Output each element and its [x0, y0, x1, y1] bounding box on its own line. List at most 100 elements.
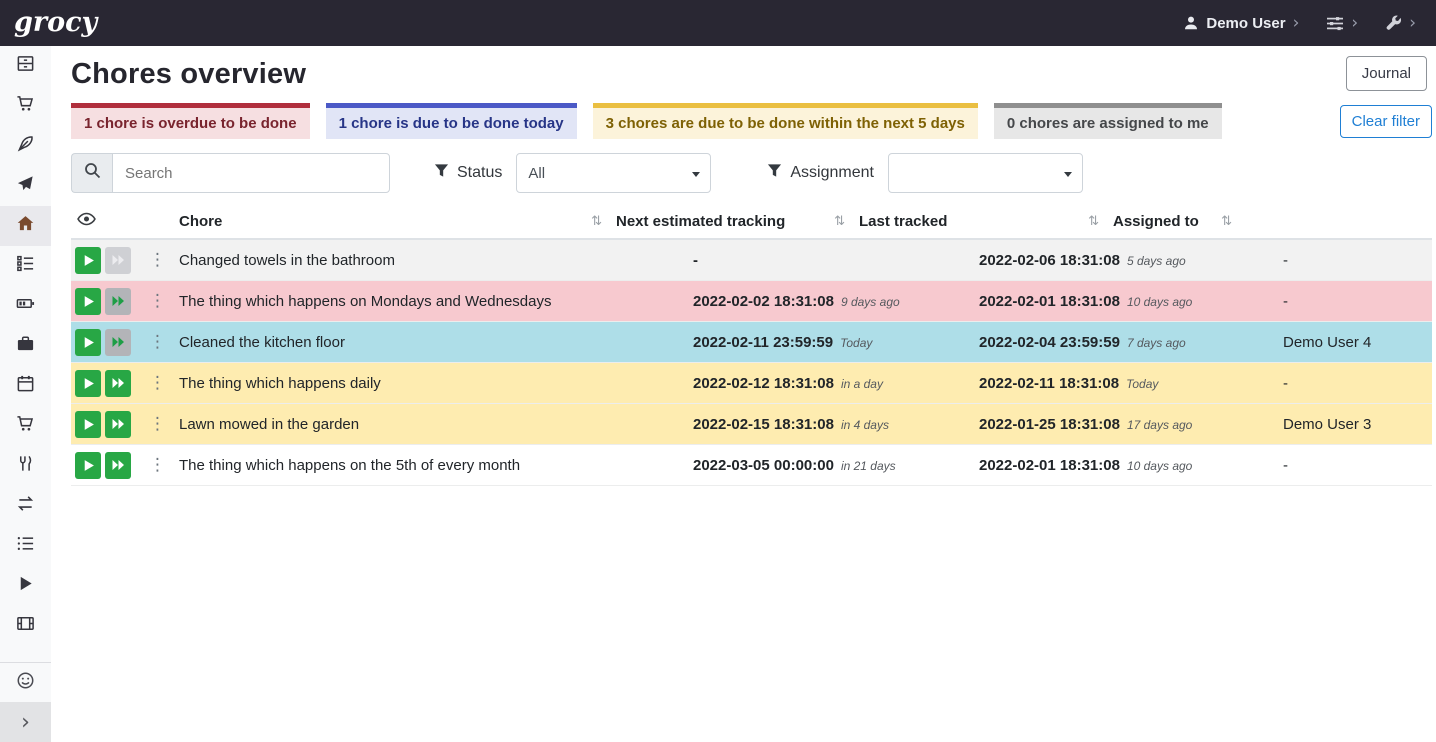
assigned-to-cell: Demo User 4: [1283, 332, 1432, 353]
banner-due-today[interactable]: 1 chore is due to be done today: [326, 103, 577, 139]
sidebar-item-purchase[interactable]: [0, 406, 51, 446]
sidebar-item-tasks[interactable]: [0, 246, 51, 286]
banner-assigned-to-me[interactable]: 0 chores are assigned to me: [994, 103, 1222, 139]
chore-name[interactable]: Lawn mowed in the garden: [179, 414, 693, 435]
skip-chore-button[interactable]: [105, 288, 131, 315]
next-tracking-cell: 2022-02-12 18:31:08in a day: [693, 373, 979, 394]
sidebar-item-chore-tracking[interactable]: [0, 566, 51, 606]
filter-funnel-icon: [767, 163, 782, 183]
search-input[interactable]: [112, 153, 390, 193]
row-menu-button[interactable]: ⋮: [144, 457, 171, 474]
row-actions: ⋮: [71, 286, 179, 317]
sidebar-item-batteries-overview[interactable]: [0, 286, 51, 326]
track-chore-button[interactable]: [75, 329, 101, 356]
column-visibility-header[interactable]: [71, 204, 179, 238]
chore-name[interactable]: Changed towels in the bathroom: [179, 250, 693, 271]
assignment-select[interactable]: [888, 153, 1083, 193]
chevron-right-icon: ›: [21, 710, 30, 735]
banner-due-soon[interactable]: 3 chores are due to be done within the n…: [593, 103, 978, 139]
skip-chore-button[interactable]: [105, 370, 131, 397]
search-button[interactable]: [71, 153, 112, 193]
sidebar-item-equipment[interactable]: [0, 326, 51, 366]
sidebar-item-consume[interactable]: [0, 446, 51, 486]
skip-chore-button[interactable]: [105, 411, 131, 438]
assigned-to-cell: -: [1283, 291, 1432, 312]
assigned-to-cell: -: [1283, 250, 1432, 271]
sidebar-item-battery-tracking[interactable]: [0, 606, 51, 646]
chores-table: Chore ⇅ Next estimated tracking ⇅ Last t…: [71, 204, 1432, 486]
skip-chore-button[interactable]: [105, 329, 131, 356]
list-icon: [16, 534, 35, 558]
sort-icon[interactable]: ⇅: [591, 214, 602, 229]
user-menu[interactable]: Demo User ›: [1183, 15, 1299, 32]
smiley-icon: [16, 671, 35, 695]
sort-icon[interactable]: ⇅: [1221, 214, 1232, 229]
header-chore[interactable]: Chore ⇅: [179, 204, 610, 238]
assigned-to-cell: -: [1283, 373, 1432, 394]
table-row: ⋮ The thing which happens on Mondays and…: [71, 281, 1432, 322]
journal-button[interactable]: Journal: [1346, 56, 1427, 91]
track-chore-button[interactable]: [75, 452, 101, 479]
navbar-right: Demo User › › ›: [1183, 15, 1416, 32]
header-last-tracked[interactable]: Last tracked ⇅: [853, 204, 1107, 238]
last-tracked-cell: 2022-02-01 18:31:0810 days ago: [979, 455, 1283, 476]
chore-name[interactable]: Cleaned the kitchen floor: [179, 332, 693, 353]
sidebar-item-inventory[interactable]: [0, 526, 51, 566]
chore-name[interactable]: The thing which happens on Mondays and W…: [179, 291, 693, 312]
track-chore-button[interactable]: [75, 370, 101, 397]
sidebar-item-feedback[interactable]: [0, 662, 51, 702]
track-chore-button[interactable]: [75, 288, 101, 315]
banner-overdue[interactable]: 1 chore is overdue to be done: [71, 103, 310, 139]
track-chore-button[interactable]: [75, 247, 101, 274]
status-filter: Status All: [434, 153, 711, 193]
sidebar-item-stock-overview[interactable]: [0, 46, 51, 86]
transfer-arrows-icon: [16, 494, 35, 518]
quick-settings-menu[interactable]: ›: [1326, 15, 1358, 32]
table-row: ⋮ The thing which happens on the 5th of …: [71, 445, 1432, 486]
status-filter-label: Status: [434, 163, 502, 183]
row-actions: ⋮: [71, 327, 179, 358]
row-menu-button[interactable]: ⋮: [144, 252, 171, 269]
paper-plane-icon: [16, 174, 35, 198]
wrench-icon: [1385, 15, 1402, 32]
chore-name[interactable]: The thing which happens daily: [179, 373, 693, 394]
next-tracking-cell: 2022-02-02 18:31:089 days ago: [693, 291, 979, 312]
track-chore-button[interactable]: [75, 411, 101, 438]
admin-tools-menu[interactable]: ›: [1385, 15, 1416, 32]
sort-icon[interactable]: ⇅: [1088, 214, 1099, 229]
sidebar-item-shopping-list[interactable]: [0, 86, 51, 126]
grocy-logo[interactable]: grocy: [14, 0, 97, 46]
header-next-estimated-tracking[interactable]: Next estimated tracking ⇅: [610, 204, 853, 238]
assignment-filter: Assignment: [767, 153, 1083, 193]
eye-icon: [77, 212, 96, 230]
home-icon: [16, 214, 35, 238]
utensils-icon: [16, 454, 35, 478]
user-label: Demo User: [1206, 15, 1285, 32]
table-row: ⋮ Cleaned the kitchen floor 2022-02-11 2…: [71, 322, 1432, 363]
calendar-icon: [16, 374, 35, 398]
row-menu-button[interactable]: ⋮: [144, 293, 171, 310]
sidebar-item-transfer[interactable]: [0, 486, 51, 526]
chore-name[interactable]: The thing which happens on the 5th of ev…: [179, 455, 693, 476]
sidebar-item-meal-plan[interactable]: [0, 166, 51, 206]
row-actions: ⋮: [71, 409, 179, 440]
main-content: Chores overview Journal 1 chore is overd…: [51, 46, 1436, 742]
feather-icon: [16, 134, 35, 158]
row-menu-button[interactable]: ⋮: [144, 375, 171, 392]
clear-filter-button[interactable]: Clear filter: [1340, 105, 1432, 138]
sidebar-item-calendar[interactable]: [0, 366, 51, 406]
status-select[interactable]: All: [516, 153, 711, 193]
sidebar-item-recipes[interactable]: [0, 126, 51, 166]
shopping-cart-icon: [16, 94, 35, 118]
row-menu-button[interactable]: ⋮: [144, 416, 171, 433]
row-menu-button[interactable]: ⋮: [144, 334, 171, 351]
sidebar-item-chores-overview[interactable]: [0, 206, 51, 246]
header-assigned-to[interactable]: Assigned to ⇅: [1107, 204, 1240, 238]
header-filler: [1240, 204, 1432, 238]
table-row: ⋮ Lawn mowed in the garden 2022-02-15 18…: [71, 404, 1432, 445]
play-icon: [16, 574, 35, 598]
battery-icon: [16, 294, 35, 318]
sidebar-collapse-toggle[interactable]: ›: [0, 702, 51, 742]
sort-icon[interactable]: ⇅: [834, 214, 845, 229]
skip-chore-button[interactable]: [105, 452, 131, 479]
